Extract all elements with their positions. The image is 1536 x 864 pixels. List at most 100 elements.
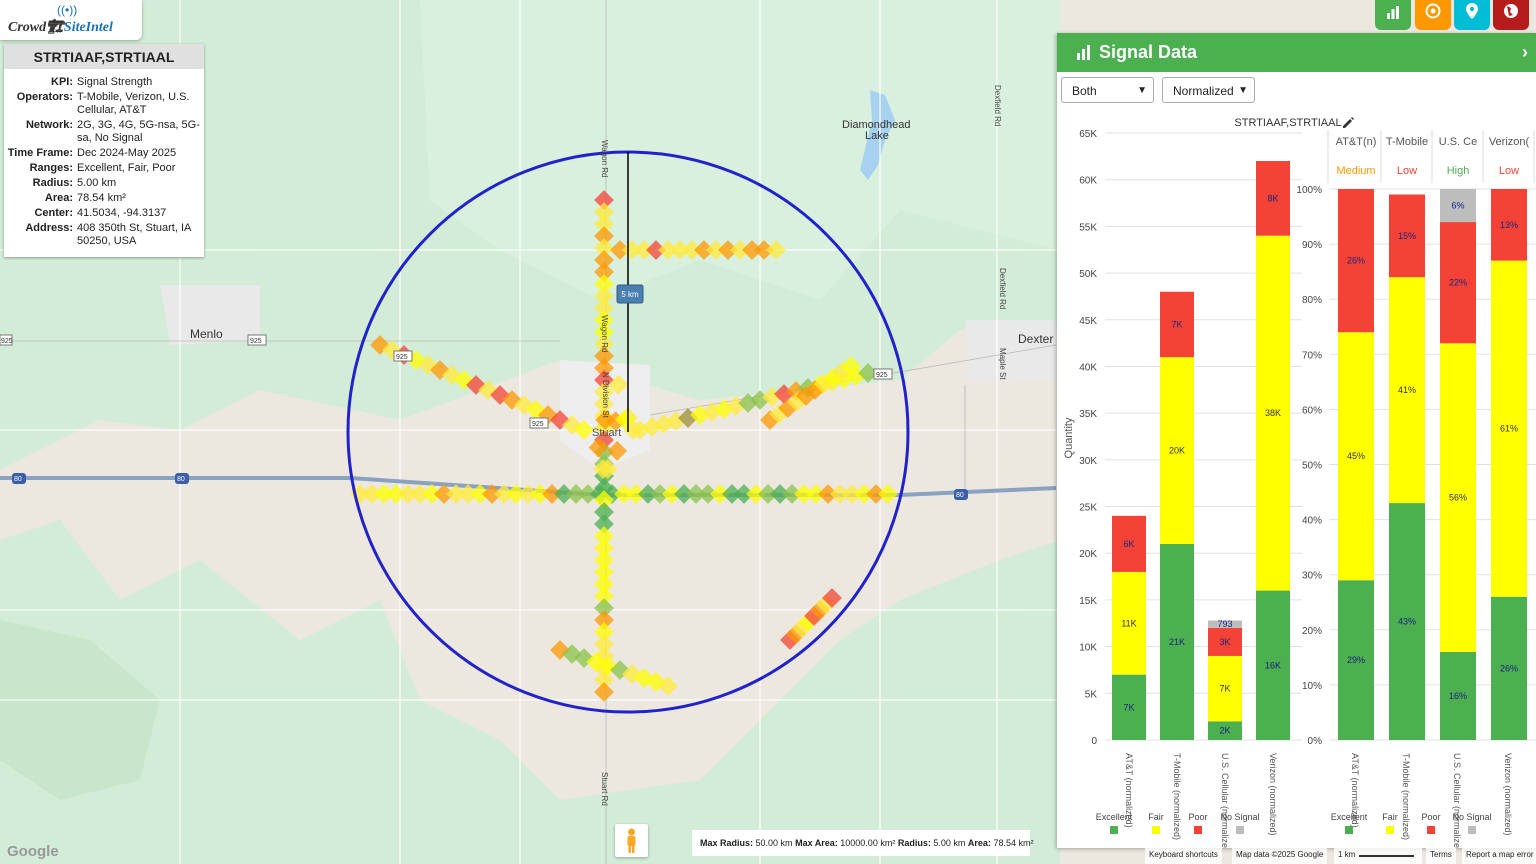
panel-title: Signal Data xyxy=(1099,42,1198,62)
legend-swatch[interactable] xyxy=(1427,826,1435,834)
y-tick-label: 90% xyxy=(1302,240,1322,251)
bar-data-label: 7K xyxy=(1123,702,1134,712)
x-category-label: Verizon (normalized) xyxy=(1268,753,1278,836)
logo-tower-icon: 🏗 xyxy=(46,20,64,35)
bar-data-label: 8K xyxy=(1267,193,1278,203)
y-tick-label: 60% xyxy=(1302,405,1322,416)
legend-label: Excellent xyxy=(1096,812,1133,822)
column-header: U.S. Ce xyxy=(1439,136,1478,148)
column-header: T-Mobile xyxy=(1386,136,1428,148)
location-button[interactable] xyxy=(1454,0,1490,30)
bar-data-label: 56% xyxy=(1449,493,1467,503)
i80-shield-2: 80 xyxy=(177,476,185,483)
globe-button[interactable] xyxy=(1493,0,1529,30)
y-tick-label: 100% xyxy=(1296,185,1322,196)
google-logo: Google xyxy=(7,843,59,860)
info-value: Excellent, Fair, Poor xyxy=(77,162,176,174)
chart-toggle-button[interactable] xyxy=(1375,0,1411,30)
road-dexfield: Dexfield Rd xyxy=(993,85,1002,126)
legend-swatch[interactable] xyxy=(1152,826,1160,834)
footer-value: 10000.00 km² xyxy=(840,838,896,848)
location-pin-icon xyxy=(1466,3,1478,19)
pegman-icon xyxy=(627,828,636,853)
edit-icon[interactable] xyxy=(1343,117,1354,128)
terms-link[interactable]: Terms xyxy=(1426,848,1456,864)
info-key: Address: xyxy=(25,222,73,234)
info-key: KPI: xyxy=(51,76,73,88)
footer-key: Area: xyxy=(967,838,991,848)
bar-chart-icon xyxy=(1077,45,1090,60)
bar-data-label: 6% xyxy=(1451,201,1464,211)
rating-label: Low xyxy=(1499,165,1519,177)
y-tick-label: 20% xyxy=(1302,626,1322,637)
legend-label: Excellent xyxy=(1331,812,1368,822)
info-key: Operators: xyxy=(16,91,73,103)
y-tick-label: 50K xyxy=(1079,269,1097,280)
info-value: 5.00 km xyxy=(77,177,117,189)
x-category-label: U.S. Cellular (normalized) xyxy=(1220,753,1230,848)
y-tick-label: 10% xyxy=(1302,681,1322,692)
bar-data-label: 41% xyxy=(1398,385,1416,395)
info-key: Time Frame: xyxy=(7,147,73,159)
scale-bar xyxy=(1359,855,1415,857)
x-category-label: T-Mobile (normalized) xyxy=(1172,753,1182,840)
hwy-925-shield-3: 925 xyxy=(532,421,544,428)
radius-label: 5 km xyxy=(621,290,639,299)
y-tick-label: 25K xyxy=(1079,503,1097,514)
hwy-925-shield-2: 925 xyxy=(396,354,408,361)
legend-swatch[interactable] xyxy=(1345,826,1353,834)
y-tick-label: 70% xyxy=(1302,350,1322,361)
y-tick-label: 45K xyxy=(1079,316,1097,327)
info-key: Network: xyxy=(25,119,73,131)
bar-data-label: 7K xyxy=(1219,684,1230,694)
footer-value: 5.00 km xyxy=(933,838,966,848)
logo-crowd: Crowd xyxy=(8,20,47,35)
info-key: Center: xyxy=(34,207,73,219)
info-value: Dec 2024-May 2025 xyxy=(77,147,177,159)
y-tick-label: 30K xyxy=(1079,456,1097,467)
y-tick-label: 0% xyxy=(1308,736,1323,747)
legend-swatch[interactable] xyxy=(1110,826,1118,834)
legend-swatch[interactable] xyxy=(1468,826,1476,834)
bar-data-label: 29% xyxy=(1347,655,1365,665)
legend-label: Poor xyxy=(1421,812,1440,822)
y-tick-label: 80% xyxy=(1302,295,1322,306)
x-category-label: U.S. Cellular (normalized) xyxy=(1452,753,1462,848)
info-value: 408 350th St, Stuart, IA 50250, USA xyxy=(77,222,191,247)
legend-label: No Signal xyxy=(1452,812,1491,822)
footer-key: Radius: xyxy=(897,838,931,848)
signal-data-panel: Signal Data › Both ▼ Normalized ▼ STRTIAAF… xyxy=(1057,33,1536,848)
info-title: STRTIAAF,STRTIAAL xyxy=(4,44,204,69)
bar-data-label: 43% xyxy=(1398,617,1416,627)
hwy-925-shield-4: 925 xyxy=(876,372,888,379)
info-value: T-Mobile, Verizon, U.S. Cellular, AT&T xyxy=(77,91,190,116)
radius-footer: Max Radius: 50.00 km Max Area: 10000.00 … xyxy=(692,830,1033,856)
bar-data-label: 20K xyxy=(1169,446,1185,456)
report-error-link[interactable]: Report a map error xyxy=(1462,848,1536,864)
map-data-attribution: Map data ©2025 Google xyxy=(1232,848,1328,864)
panel-header: Signal Data › xyxy=(1057,33,1536,72)
chevron-right-icon[interactable]: › xyxy=(1522,42,1528,63)
keyboard-shortcuts-link[interactable]: Keyboard shortcuts xyxy=(1145,848,1222,864)
bar-data-label: 2K xyxy=(1219,726,1230,736)
bar-data-label: 21K xyxy=(1169,637,1185,647)
y-tick-label: 15K xyxy=(1079,596,1097,607)
info-value: 78.54 km² xyxy=(77,192,126,204)
scale-label: 1 km xyxy=(1338,850,1356,859)
svg-text:Lake: Lake xyxy=(865,130,889,142)
bar-data-label: 13% xyxy=(1500,220,1518,230)
legend-swatch[interactable] xyxy=(1194,826,1202,834)
app-logo[interactable]: ((•)) Crowd🏗SiteIntel xyxy=(0,0,142,40)
bar-data-label: 11K xyxy=(1121,618,1136,628)
rating-label: Medium xyxy=(1336,165,1375,177)
road-dexfield-2: Dexfield Rd xyxy=(998,268,1007,309)
y-tick-label: 55K xyxy=(1079,222,1097,233)
bar-data-label: 16% xyxy=(1449,691,1467,701)
bar-data-label: 6K xyxy=(1123,539,1134,549)
radius-tool-button[interactable] xyxy=(1415,0,1451,30)
legend-swatch[interactable] xyxy=(1386,826,1394,834)
legend-swatch[interactable] xyxy=(1236,826,1244,834)
place-dexter: Dexter xyxy=(1018,332,1053,346)
bar-data-label: 793 xyxy=(1217,619,1232,629)
street-view-pegman[interactable] xyxy=(615,824,648,857)
